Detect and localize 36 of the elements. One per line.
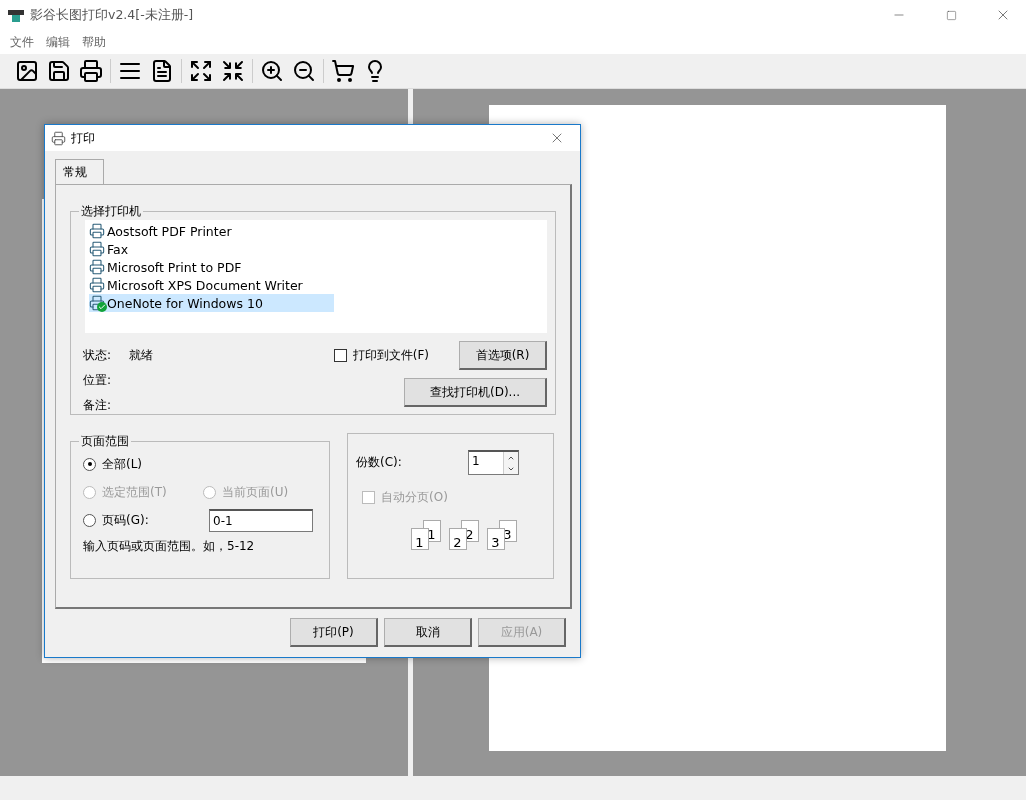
maximize-icon	[945, 9, 957, 21]
info-value: 就绪	[129, 347, 153, 364]
preferences-button[interactable]: 首选项(R)	[459, 341, 547, 370]
down-icon[interactable]	[504, 463, 518, 474]
dialog-title: 打印	[71, 129, 96, 147]
copies-spinner[interactable]: 1	[468, 450, 519, 475]
info-label: 状态:	[83, 347, 113, 364]
dialog-button[interactable]: 取消	[384, 618, 472, 647]
app-icon	[8, 8, 24, 22]
page-sheet: 3	[486, 528, 505, 550]
dialog-button[interactable]: 打印(P)	[290, 618, 378, 647]
page-sheet: 2	[448, 528, 467, 550]
printer-item[interactable]: Aostsoft PDF Printer	[89, 222, 334, 240]
printer-item[interactable]: Microsoft XPS Document Writer	[89, 276, 334, 294]
printer-item[interactable]: Fax	[89, 240, 334, 258]
printer-item[interactable]: Microsoft Print to PDF	[89, 258, 334, 276]
info-label: 备注:	[83, 397, 113, 414]
menu-item[interactable]: 编辑	[40, 33, 76, 51]
page-sheet: 1	[410, 528, 429, 550]
radio-option[interactable]: 页码(G):	[83, 511, 203, 529]
up-icon[interactable]	[504, 452, 518, 463]
print-to-file-checkbox[interactable]: 打印到文件(F)	[333, 347, 429, 364]
hint-text: 输入页码或页面范围。如，5-12	[83, 538, 256, 555]
printer-icon	[51, 130, 66, 146]
tab[interactable]: 常规	[55, 159, 104, 184]
printer-item[interactable]: OneNote for Windows 10	[89, 294, 334, 312]
page-number-field[interactable]: 0-1	[209, 508, 313, 532]
menu-item[interactable]: 帮助	[76, 33, 112, 51]
group-label: 选择打印机	[80, 203, 142, 220]
radio-option[interactable]: 全部(L)	[83, 455, 203, 473]
window-title: 影谷长图打印v2.4[-未注册-]	[30, 6, 195, 24]
menu-item[interactable]: 文件	[4, 33, 40, 51]
copies-label: 份数(C):	[356, 454, 402, 471]
group-label: 页面范围	[80, 433, 130, 450]
info-label: 位置:	[83, 372, 113, 389]
find-printer-button[interactable]: 查找打印机(D)...	[404, 378, 547, 407]
